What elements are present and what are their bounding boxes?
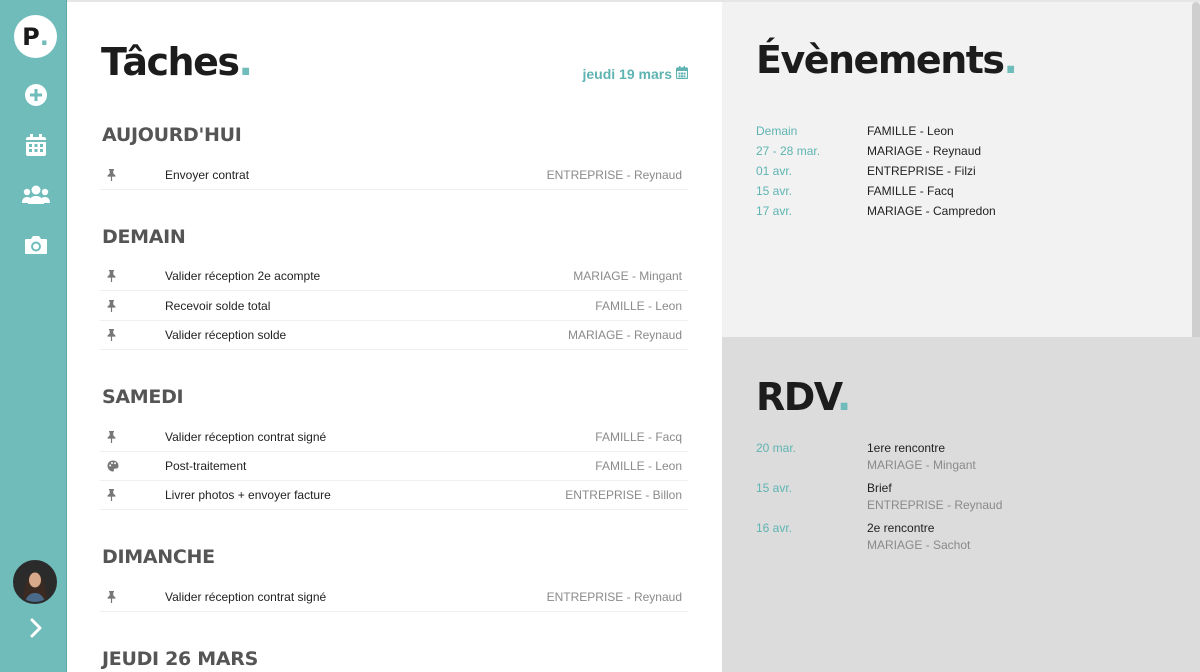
task-row[interactable]: Post-traitement FAMILLE - Leon [100,451,688,481]
event-name: MARIAGE - Reynaud [867,144,982,158]
rdv-title: RDV. [756,375,851,419]
rdv-row[interactable]: 16 avr. 2e rencontre MARIAGE - Sachot [756,521,970,552]
palette-icon [100,460,165,472]
current-date-label: jeudi 19 mars [582,66,673,82]
add-circle-icon[interactable] [20,79,52,111]
event-name: ENTREPRISE - Filzi [867,164,976,178]
events-title: Évènements. [756,38,1018,82]
chevron-right-icon[interactable] [22,614,50,642]
rdv-title-dot: . [836,375,851,419]
pin-icon [100,590,165,603]
task-row[interactable]: Livrer photos + envoyer facture ENTREPRI… [100,480,688,510]
camera-icon[interactable] [20,229,52,261]
rdv-client: MARIAGE - Sachot [867,538,971,552]
app-logo[interactable]: P. [14,15,57,58]
task-name: Valider réception 2e acompte [165,268,321,283]
task-row[interactable]: Valider réception contrat signé FAMILLE … [100,422,688,452]
pin-icon [100,488,165,501]
rdv-client: ENTREPRISE - Reynaud [867,498,1003,512]
event-row[interactable]: 27 - 28 mar. MARIAGE - Reynaud [756,144,981,158]
rdv-details: 1ere rencontre MARIAGE - Mingant [867,441,976,472]
event-row[interactable]: Demain FAMILLE - Leon [756,124,954,138]
section-heading-saturday: SAMEDI [102,386,184,408]
rdv-date: 16 avr. [756,521,793,535]
event-date: 15 avr. [756,184,793,198]
rdv-row[interactable]: 15 avr. Brief ENTREPRISE - Reynaud [756,481,1002,512]
users-icon[interactable] [20,179,52,211]
event-date: 01 avr. [756,164,793,178]
section-heading-today: AUJOURD'HUI [102,124,242,146]
rdv-date: 20 mar. [756,441,797,455]
task-client: MARIAGE - Mingant [573,268,682,283]
section-heading-tomorrow: DEMAIN [102,226,186,248]
rdv-date: 15 avr. [756,481,793,495]
event-row[interactable]: 15 avr. FAMILLE - Facq [756,184,954,198]
calendar-icon[interactable] [20,129,52,161]
logo-dot: . [39,22,49,51]
task-client: ENTREPRISE - Reynaud [546,167,682,182]
task-name: Recevoir solde total [165,298,271,313]
task-row[interactable]: Valider réception solde MARIAGE - Reynau… [100,320,688,350]
rdv-panel: RDV. 20 mar. 1ere rencontre MARIAGE - Mi… [722,337,1200,672]
events-panel: Évènements. Demain FAMILLE - Leon 27 - 2… [722,0,1200,592]
events-title-dot: . [1003,38,1018,82]
tasks-title-text: Tâches [101,40,240,84]
rdv-name: 1ere rencontre [867,441,946,455]
task-row[interactable]: Valider réception contrat signé ENTREPRI… [100,582,688,612]
rdv-client: MARIAGE - Mingant [867,458,976,472]
pin-icon [100,430,165,443]
task-client: ENTREPRISE - Reynaud [546,589,682,604]
task-client: FAMILLE - Leon [595,298,682,313]
event-row[interactable]: 01 avr. ENTREPRISE - Filzi [756,164,976,178]
event-name: MARIAGE - Campredon [867,204,996,218]
tasks-title: Tâches. [101,40,253,84]
task-name: Envoyer contrat [165,167,250,182]
user-avatar[interactable] [13,560,57,604]
pin-icon [100,269,165,282]
task-name: Livrer photos + envoyer facture [165,487,331,502]
rdv-details: 2e rencontre MARIAGE - Sachot [867,521,970,552]
calendar-small-icon [675,66,689,82]
task-client: FAMILLE - Leon [595,458,682,473]
event-date: 27 - 28 mar. [756,144,821,158]
tasks-panel: Tâches. jeudi 19 mars AUJOURD'HUI Envoye… [67,0,722,672]
section-heading-sunday: DIMANCHE [102,546,215,568]
task-name: Valider réception contrat signé [165,589,327,604]
rdv-name: 2e rencontre [867,521,935,535]
task-name: Post-traitement [165,458,247,473]
pin-icon [100,168,165,181]
rdv-details: Brief ENTREPRISE - Reynaud [867,481,1002,512]
pin-icon [100,299,165,312]
tasks-title-dot: . [238,40,253,84]
task-row[interactable]: Envoyer contrat ENTREPRISE - Reynaud [100,160,688,190]
task-row[interactable]: Recevoir solde total FAMILLE - Leon [100,291,688,321]
task-client: MARIAGE - Reynaud [567,327,682,342]
pin-icon [100,328,165,341]
task-name: Valider réception solde [165,327,287,342]
current-date[interactable]: jeudi 19 mars [583,66,689,82]
section-heading-thursday: JEUDI 26 MARS [102,648,259,670]
task-row[interactable]: Valider réception 2e acompte MARIAGE - M… [100,261,688,291]
sidebar: P. [0,0,67,672]
task-client: ENTREPRISE - Billon [565,487,682,502]
rdv-name: Brief [867,481,892,495]
event-row[interactable]: 17 avr. MARIAGE - Campredon [756,204,996,218]
logo-letter: P [22,22,40,51]
event-date: 17 avr. [756,204,793,218]
events-title-text: Évènements [756,38,1005,82]
rdv-row[interactable]: 20 mar. 1ere rencontre MARIAGE - Mingant [756,441,976,472]
event-date: Demain [756,124,798,138]
task-name: Valider réception contrat signé [165,429,327,444]
event-name: FAMILLE - Leon [867,124,954,138]
event-name: FAMILLE - Facq [867,184,954,198]
rdv-title-text: RDV [756,375,838,419]
task-client: FAMILLE - Facq [595,429,682,444]
